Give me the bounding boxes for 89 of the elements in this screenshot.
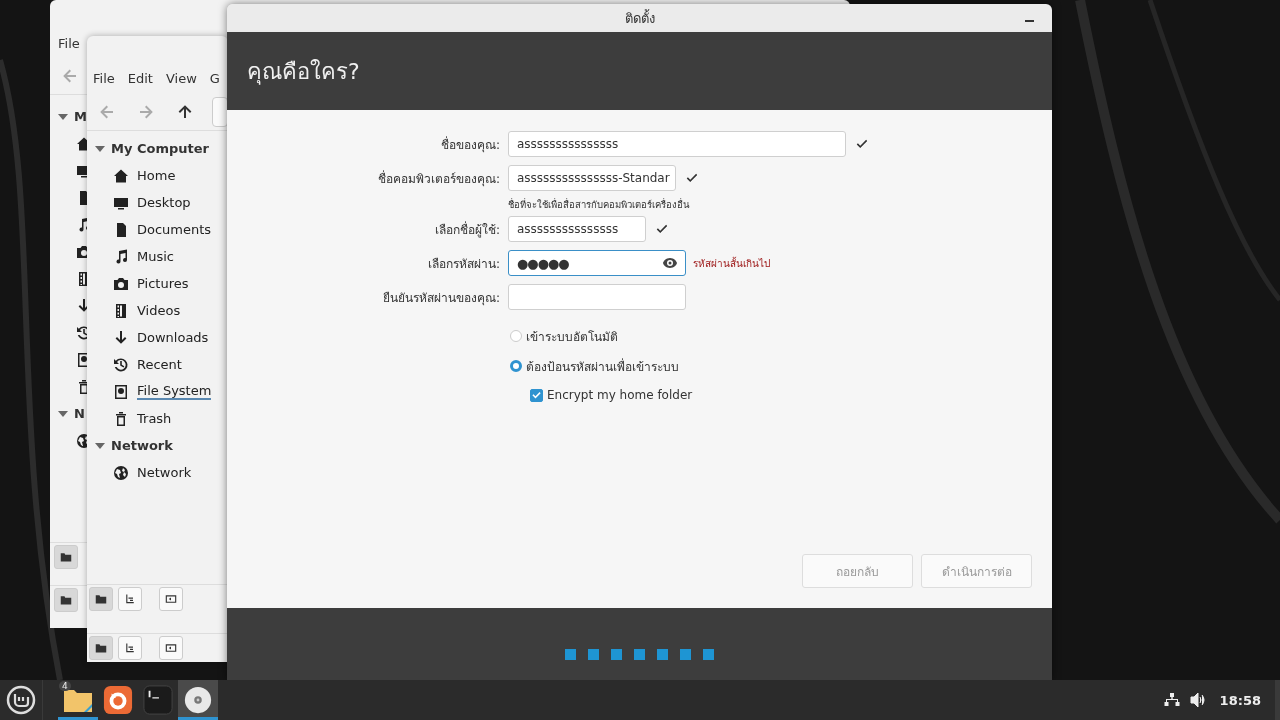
- expander-icon[interactable]: [58, 113, 68, 120]
- window-title: ติดตั้ง: [624, 8, 655, 28]
- checkbox[interactable]: [530, 388, 543, 402]
- sidebar-heading: M: [74, 109, 87, 124]
- tree-button[interactable]: [118, 587, 142, 611]
- sidebar-toggle-button[interactable]: [159, 636, 183, 660]
- sidebar-item[interactable]: Documents: [137, 222, 212, 237]
- home-icon[interactable]: [76, 135, 87, 152]
- home-icon: [113, 167, 129, 184]
- terminal-icon: [143, 685, 173, 715]
- sidebar-item[interactable]: Pictures: [137, 276, 189, 291]
- sidebar-icon: [165, 593, 177, 605]
- sidebar-item[interactable]: Network: [137, 465, 192, 480]
- camera-icon: [113, 275, 129, 292]
- sidebar-item[interactable]: Downloads: [137, 330, 209, 345]
- input-field[interactable]: asssssssssssssss-Standar: [508, 165, 676, 191]
- sidebar-item[interactable]: Trash: [137, 411, 172, 426]
- drive-icon: [113, 383, 129, 400]
- expander-icon[interactable]: [95, 145, 105, 152]
- disc-app-button[interactable]: [178, 680, 218, 720]
- option-label[interactable]: ต้องป้อนรหัสผ่านเพื่อเข้าระบบ: [526, 356, 679, 376]
- trash-icon: [113, 410, 129, 427]
- places-button[interactable]: [89, 636, 113, 660]
- sidebar-heading: Network: [111, 438, 173, 453]
- option-label[interactable]: เข้าระบบอัตโนมัติ: [526, 326, 618, 346]
- places-button[interactable]: [54, 545, 78, 569]
- checkbox-label[interactable]: Encrypt my home folder: [547, 388, 693, 402]
- trash-icon[interactable]: [76, 378, 87, 395]
- page-heading: คุณคือใคร?: [247, 57, 360, 87]
- sidebar-item[interactable]: Home: [137, 168, 176, 183]
- sidebar-item[interactable]: Videos: [137, 303, 181, 318]
- music-note-icon[interactable]: [76, 216, 87, 233]
- tree-icon: [124, 642, 136, 654]
- drive-icon[interactable]: [76, 351, 87, 368]
- sidebar-heading: My Computer: [111, 141, 209, 156]
- eye-icon[interactable]: [662, 255, 678, 271]
- count-badge: 4: [59, 681, 71, 691]
- up-arrow-icon[interactable]: [177, 104, 193, 120]
- network-icon[interactable]: [1163, 692, 1180, 708]
- menu-item[interactable]: File: [93, 70, 115, 86]
- globe-icon: [113, 464, 129, 481]
- sidebar-item[interactable]: Recent: [137, 357, 182, 372]
- sidebar-toggle-button[interactable]: [159, 587, 183, 611]
- expander-icon[interactable]: [58, 410, 68, 417]
- radio-button[interactable]: [510, 360, 522, 372]
- field-label: เลือกชื่อผู้ใช้:: [433, 220, 500, 239]
- field-label: ชื่อของคุณ:: [439, 135, 500, 154]
- path-button[interactable]: [212, 97, 228, 127]
- fox-icon: [103, 685, 133, 715]
- sidebar-item[interactable]: Desktop: [137, 195, 191, 210]
- input-field[interactable]: [508, 284, 686, 310]
- radio-button[interactable]: [510, 330, 522, 342]
- tree-button[interactable]: [118, 636, 142, 660]
- download-arrow-icon[interactable]: [76, 297, 87, 314]
- field-label: ชื่อคอมพิวเตอร์ของคุณ:: [376, 169, 500, 188]
- folder-icon: [60, 594, 72, 606]
- sidebar-heading: N: [74, 406, 85, 421]
- menu-item[interactable]: View: [165, 70, 197, 86]
- places-button[interactable]: [54, 588, 78, 612]
- film-icon[interactable]: [76, 270, 87, 287]
- volume-icon[interactable]: [1189, 692, 1206, 708]
- clock-icon: [113, 356, 129, 373]
- disc-icon: [183, 685, 213, 715]
- menu-item[interactable]: G: [209, 70, 220, 86]
- places-button[interactable]: [89, 587, 113, 611]
- field-label: เลือกรหัสผ่าน:: [426, 255, 500, 273]
- field-label: ยืนยันรหัสผ่านของคุณ:: [381, 289, 500, 307]
- menu-item[interactable]: File: [58, 35, 80, 51]
- folder-icon: [95, 593, 107, 605]
- menu-item[interactable]: Edit: [127, 70, 153, 86]
- clock-icon[interactable]: [76, 324, 87, 341]
- sidebar-item[interactable]: Music: [137, 249, 174, 264]
- folder-icon: [95, 642, 107, 654]
- input-field[interactable]: ●●●●●: [508, 250, 686, 276]
- field-hint: ชื่อที่จะใช้เพื่อสื่อสารกับคอมพิวเตอร์เครื่องอื่น: [508, 199, 689, 210]
- clock[interactable]: 18:58: [1219, 692, 1261, 708]
- folder-app-button[interactable]: 4: [58, 680, 98, 720]
- expander-icon[interactable]: [95, 442, 105, 449]
- sidebar-icon: [165, 642, 177, 654]
- folder-icon: [60, 551, 72, 563]
- error-message: รหัสผ่านสั้นเกินไป: [693, 255, 770, 271]
- tree-icon: [124, 593, 136, 605]
- download-arrow-icon: [113, 329, 129, 346]
- film-icon: [113, 302, 129, 319]
- music-note-icon: [113, 248, 129, 265]
- input-field[interactable]: asssssssssssssss: [508, 216, 646, 242]
- globe-icon[interactable]: [76, 432, 87, 449]
- input-field[interactable]: asssssssssssssss: [508, 131, 846, 157]
- sidebar-item[interactable]: File System: [137, 383, 212, 400]
